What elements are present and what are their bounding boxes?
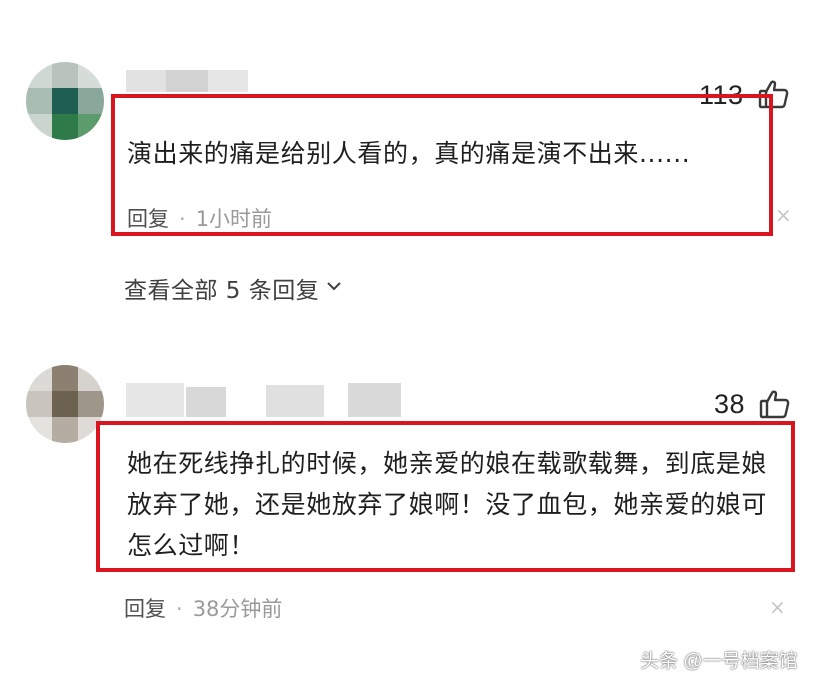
reply-button[interactable]: 回复 bbox=[124, 597, 166, 621]
comment-text: 演出来的痛是给别人看的，真的痛是演不出来...... bbox=[127, 139, 691, 168]
view-all-replies-label: 查看全部 5 条回复 bbox=[124, 278, 320, 304]
meta-separator: · bbox=[179, 207, 186, 231]
close-icon[interactable]: × bbox=[775, 203, 792, 227]
username-blurred[interactable] bbox=[126, 383, 401, 417]
comment-meta: 回复 · 38分钟前 bbox=[124, 593, 282, 623]
view-all-replies-button[interactable]: 查看全部 5 条回复 bbox=[124, 271, 343, 305]
reply-button[interactable]: 回复 bbox=[127, 207, 169, 231]
avatar[interactable] bbox=[26, 365, 104, 443]
comment-time: 1小时前 bbox=[195, 207, 273, 231]
avatar[interactable] bbox=[26, 62, 104, 140]
watermark: 头条 @一号档案馆 bbox=[640, 651, 798, 672]
close-icon[interactable]: × bbox=[769, 595, 786, 619]
meta-separator: · bbox=[176, 597, 183, 621]
comment-meta: 回复 · 1小时前 bbox=[127, 203, 272, 233]
thumbs-up-icon[interactable] bbox=[759, 388, 791, 420]
chevron-down-icon bbox=[325, 275, 343, 301]
like-count: 38 bbox=[714, 389, 746, 419]
username-blurred[interactable] bbox=[126, 70, 248, 92]
highlight-box: 演出来的痛是给别人看的，真的痛是演不出来...... 回复 · 1小时前 bbox=[111, 94, 773, 236]
comment-time: 38分钟前 bbox=[192, 597, 283, 621]
comment-text: 她在死线挣扎的时候，她亲爱的娘在载歌载舞，到底是娘放弃了她，还是她放弃了娘啊！没… bbox=[127, 449, 768, 560]
highlight-box: 她在死线挣扎的时候，她亲爱的娘在载歌载舞，到底是娘放弃了她，还是她放弃了娘啊！没… bbox=[96, 421, 795, 572]
